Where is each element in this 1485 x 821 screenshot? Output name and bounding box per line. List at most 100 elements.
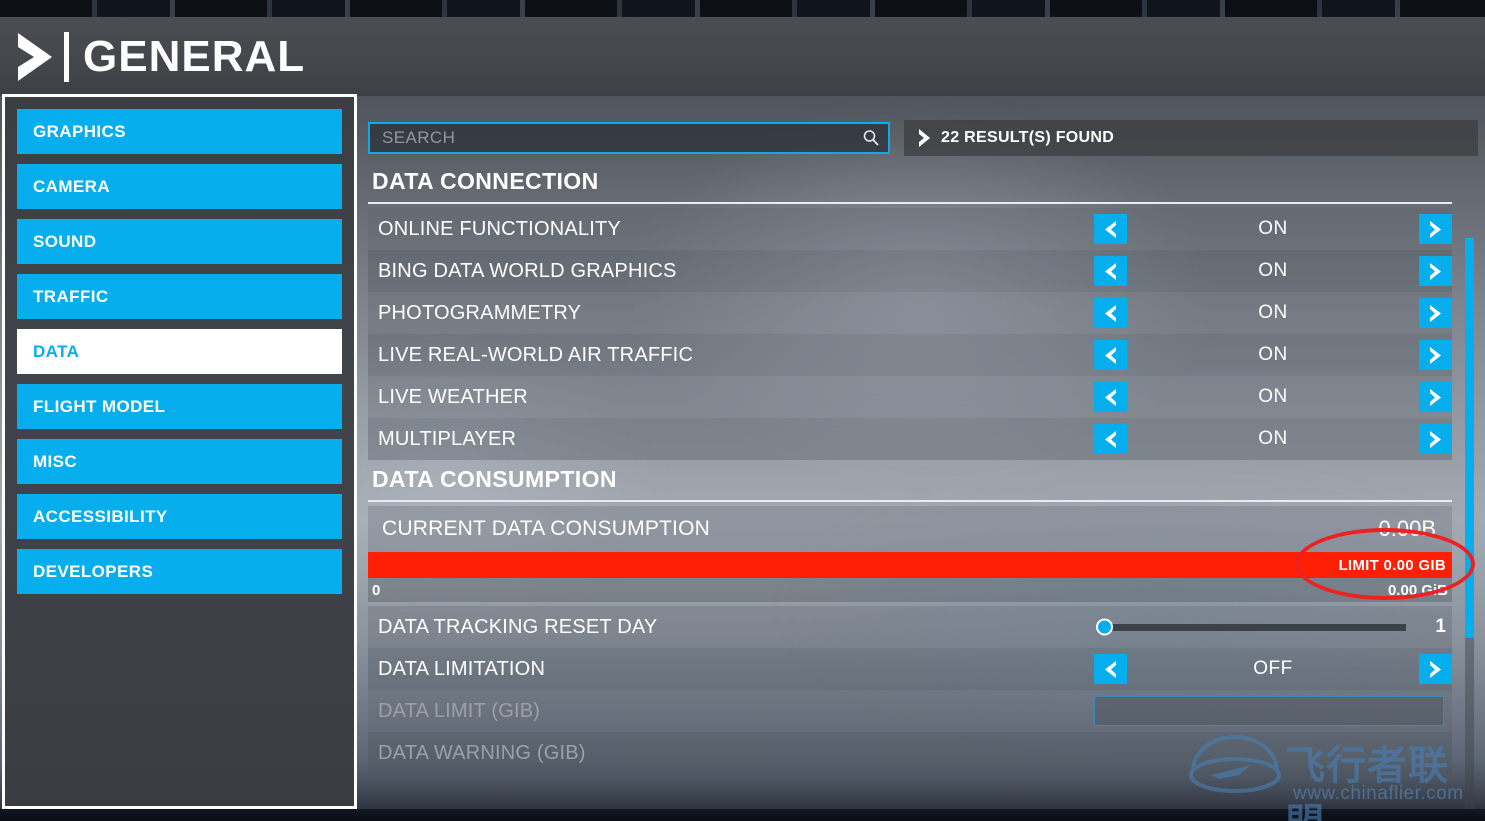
chevron-left-icon[interactable] [1094,654,1127,684]
setting-value: ON [1258,344,1288,365]
search-icon[interactable] [862,129,880,147]
data-usage-bar: LIMIT 0.00 GIB [368,552,1452,578]
chevron-right-icon[interactable] [1419,424,1452,454]
setting-row-online-functionality[interactable]: ONLINE FUNCTIONALITY ON [368,208,1452,250]
data-limit-input[interactable] [1094,696,1444,726]
setting-value: ON [1258,386,1288,407]
setting-row-data-limit[interactable]: DATA LIMIT (GIB) [368,690,1452,732]
sidebar-item-label: TRAFFIC [33,286,109,306]
setting-stepper: ON [1094,292,1452,334]
setting-row-data-limitation[interactable]: DATA LIMITATION OFF [368,648,1452,690]
sidebar-item-label: DATA [33,341,80,361]
chevron-left-icon[interactable] [1094,340,1127,370]
settings-screen: GENERAL GRAPHICS CAMERA SOUND TRAFFIC DA… [0,0,1485,821]
setting-value: ON [1258,302,1288,323]
chevron-right-icon[interactable] [1419,256,1452,286]
setting-label: DATA LIMIT (GIB) [378,699,541,722]
sidebar-item-label: GRAPHICS [33,121,126,141]
chevron-right-icon[interactable] [1419,340,1452,370]
sidebar-item-label: CAMERA [33,176,111,196]
header-divider [64,31,69,82]
usage-scale-min: 0 [372,581,381,599]
chevron-right-icon [18,32,52,81]
search-placeholder: SEARCH [382,128,456,147]
setting-row-data-tracking-reset-day[interactable]: DATA TRACKING RESET DAY 1 [368,606,1452,648]
current-data-consumption-value: 0.00B [1378,516,1437,541]
sidebar-item-label: SOUND [33,231,97,251]
usage-scale-max: 0.00 GiB [1387,581,1448,599]
scrollbar-track[interactable] [1465,238,1474,810]
sidebar-item-label: ACCESSIBILITY [33,506,168,526]
section-divider [368,202,1452,204]
background-bottom-strip [0,809,1485,821]
setting-label: PHOTOGRAMMETRY [378,301,582,324]
search-input[interactable]: SEARCH [368,122,890,154]
chevron-left-icon[interactable] [1094,256,1127,286]
setting-label: LIVE REAL-WORLD AIR TRAFFIC [378,343,694,366]
section-divider [368,500,1452,502]
scrollbar-thumb[interactable] [1465,238,1474,638]
search-results-banner: 22 RESULT(S) FOUND [904,120,1478,156]
sidebar: GRAPHICS CAMERA SOUND TRAFFIC DATA FLIGH… [2,94,357,809]
setting-stepper: ON [1094,418,1452,460]
setting-label: ONLINE FUNCTIONALITY [378,217,621,240]
setting-row-live-weather[interactable]: LIVE WEATHER ON [368,376,1452,418]
setting-label: MULTIPLAYER [378,427,517,450]
setting-label: DATA WARNING (GIB) [378,741,586,764]
setting-stepper: ON [1094,250,1452,292]
sidebar-item-developers[interactable]: DEVELOPERS [17,549,342,594]
setting-label: DATA LIMITATION [378,657,546,680]
chevron-right-icon[interactable] [1419,654,1452,684]
chevron-right-icon[interactable] [1419,298,1452,328]
sidebar-item-graphics[interactable]: GRAPHICS [17,109,342,154]
sidebar-item-label: FLIGHT MODEL [33,396,166,416]
setting-label: CURRENT DATA CONSUMPTION [382,517,710,540]
sidebar-item-flight-model[interactable]: FLIGHT MODEL [17,384,342,429]
chevron-left-icon[interactable] [1094,214,1127,244]
chevron-left-icon[interactable] [1094,424,1127,454]
chevron-left-icon[interactable] [1094,382,1127,412]
setting-label: BING DATA WORLD GRAPHICS [378,259,677,282]
setting-value: ON [1258,218,1288,239]
setting-value: OFF [1253,658,1293,679]
sidebar-item-label: MISC [33,451,78,471]
setting-row-photogrammetry[interactable]: PHOTOGRAMMETRY ON [368,292,1452,334]
section-title-data-consumption: DATA CONSUMPTION [372,466,617,492]
setting-label: DATA TRACKING RESET DAY [378,615,658,638]
data-usage-scale: 0 0.00 GiB [368,578,1452,602]
chevron-right-icon[interactable] [1419,382,1452,412]
section-title-data-connection: DATA CONNECTION [372,168,599,194]
search-results-count: 22 RESULT(S) FOUND [941,129,1115,146]
setting-row-live-real-world-air-traffic[interactable]: LIVE REAL-WORLD AIR TRAFFIC ON [368,334,1452,376]
page-header: GENERAL [0,17,1485,96]
data-tracking-reset-day-slider[interactable]: 1 [1094,606,1452,648]
search-row: SEARCH 22 RESULT(S) FOUND [368,100,1478,162]
sidebar-item-accessibility[interactable]: ACCESSIBILITY [17,494,342,539]
sidebar-item-data[interactable]: DATA [17,329,342,374]
setting-row-data-warning[interactable]: DATA WARNING (GIB) [368,732,1452,774]
page-title: GENERAL [83,31,306,81]
chevron-right-icon[interactable] [1419,214,1452,244]
chevron-right-icon [919,129,930,147]
settings-panel: SEARCH 22 RESULT(S) FOUND DATA CONNECTIO… [368,100,1478,810]
setting-value: ON [1258,260,1288,281]
sidebar-item-camera[interactable]: CAMERA [17,164,342,209]
settings-scroll-area: DATA CONNECTION ONLINE FUNCTIONALITY ON … [368,162,1478,810]
setting-label: LIVE WEATHER [378,385,528,408]
setting-row-multiplayer[interactable]: MULTIPLAYER ON [368,418,1452,460]
slider-knob[interactable] [1096,618,1113,636]
data-usage-limit-label: LIMIT 0.00 GIB [1338,556,1446,574]
sidebar-item-misc[interactable]: MISC [17,439,342,484]
setting-row-bing-data-world-graphics[interactable]: BING DATA WORLD GRAPHICS ON [368,250,1452,292]
setting-stepper: ON [1094,334,1452,376]
setting-value: ON [1258,428,1288,449]
chevron-left-icon[interactable] [1094,298,1127,328]
slider-value: 1 [1435,616,1446,637]
sidebar-item-sound[interactable]: SOUND [17,219,342,264]
setting-row-current-data-consumption: CURRENT DATA CONSUMPTION 0.00B [368,506,1452,552]
slider-track[interactable] [1096,618,1406,636]
background-top-strip [0,0,1485,17]
sidebar-item-traffic[interactable]: TRAFFIC [17,274,342,319]
setting-stepper: ON [1094,376,1452,418]
setting-stepper: ON [1094,208,1452,250]
